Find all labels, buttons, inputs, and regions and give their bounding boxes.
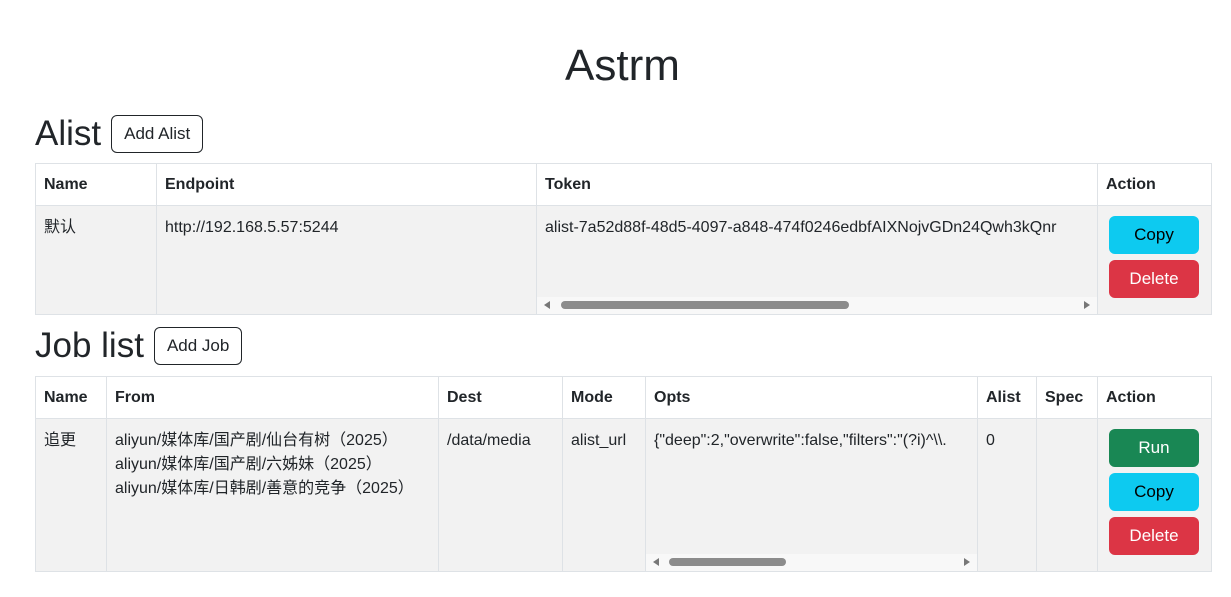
scrollbar-thumb[interactable] (669, 558, 786, 566)
from-path: aliyun/媒体库/国产剧/仙台有树（2025） (115, 432, 398, 449)
alist-name-cell: 默认 (35, 205, 157, 315)
column-header-alist: Alist (977, 376, 1037, 419)
alist-action-cell: Copy Delete (1097, 205, 1212, 315)
column-header-from: From (106, 376, 439, 419)
scroll-left-arrow-icon[interactable] (544, 301, 550, 309)
alist-table-header: Name Endpoint Token Action (35, 163, 1212, 206)
alist-endpoint-cell: http://192.168.5.57:5244 (156, 205, 537, 315)
job-action-cell: Run Copy Delete (1097, 418, 1212, 572)
job-table: Name From Dest Mode Opts Alist Spec Acti… (35, 376, 1212, 572)
scrollbar-thumb[interactable] (561, 301, 849, 309)
job-table-header: Name From Dest Mode Opts Alist Spec Acti… (35, 376, 1212, 419)
job-mode-cell: alist_url (562, 418, 646, 572)
add-job-button[interactable]: Add Job (153, 327, 243, 365)
job-dest-cell: /data/media (438, 418, 563, 572)
column-header-action: Action (1097, 376, 1212, 419)
from-path: aliyun/媒体库/日韩剧/善意的竞争（2025） (115, 480, 414, 497)
job-from-cell: aliyun/媒体库/国产剧/仙台有树（2025） aliyun/媒体库/国产剧… (106, 418, 439, 572)
add-alist-button[interactable]: Add Alist (111, 115, 204, 153)
job-opts-cell: {"deep":2,"overwrite":false,"filters":"(… (645, 418, 978, 572)
column-header-spec: Spec (1036, 376, 1098, 419)
job-list-heading: Job list (35, 326, 144, 365)
column-header-name: Name (35, 376, 107, 419)
scroll-right-arrow-icon[interactable] (964, 558, 970, 566)
scroll-left-arrow-icon[interactable] (653, 558, 659, 566)
column-header-dest: Dest (438, 376, 563, 419)
copy-job-button[interactable]: Copy (1109, 473, 1199, 511)
job-opts-text: {"deep":2,"overwrite":false,"filters":"(… (654, 432, 947, 449)
column-header-endpoint: Endpoint (156, 163, 537, 206)
from-path: aliyun/媒体库/国产剧/六姊妹（2025） (115, 456, 382, 473)
job-name-cell: 追更 (35, 418, 107, 572)
job-spec-cell (1036, 418, 1098, 572)
run-job-button[interactable]: Run (1109, 429, 1199, 467)
opts-horizontal-scrollbar[interactable] (646, 554, 977, 571)
token-horizontal-scrollbar[interactable] (537, 297, 1097, 314)
copy-alist-button[interactable]: Copy (1109, 216, 1199, 254)
table-row: 默认 http://192.168.5.57:5244 alist-7a52d8… (35, 205, 1212, 315)
job-section-header: Job list Add Job (35, 326, 243, 366)
alist-heading: Alist (35, 114, 102, 153)
table-row: 追更 aliyun/媒体库/国产剧/仙台有树（2025） aliyun/媒体库/… (35, 418, 1212, 572)
column-header-mode: Mode (562, 376, 646, 419)
delete-alist-button[interactable]: Delete (1109, 260, 1199, 298)
alist-token-cell: alist-7a52d88f-48d5-4097-a848-474f0246ed… (536, 205, 1098, 315)
column-header-opts: Opts (645, 376, 978, 419)
alist-table: Name Endpoint Token Action 默认 http://192… (35, 163, 1212, 315)
column-header-action: Action (1097, 163, 1212, 206)
delete-job-button[interactable]: Delete (1109, 517, 1199, 555)
column-header-name: Name (35, 163, 157, 206)
job-alist-cell: 0 (977, 418, 1037, 572)
scroll-right-arrow-icon[interactable] (1084, 301, 1090, 309)
app-title: Astrm (565, 41, 680, 90)
alist-section-header: Alist Add Alist (35, 114, 204, 154)
column-header-token: Token (536, 163, 1098, 206)
alist-token-text: alist-7a52d88f-48d5-4097-a848-474f0246ed… (545, 219, 1057, 236)
